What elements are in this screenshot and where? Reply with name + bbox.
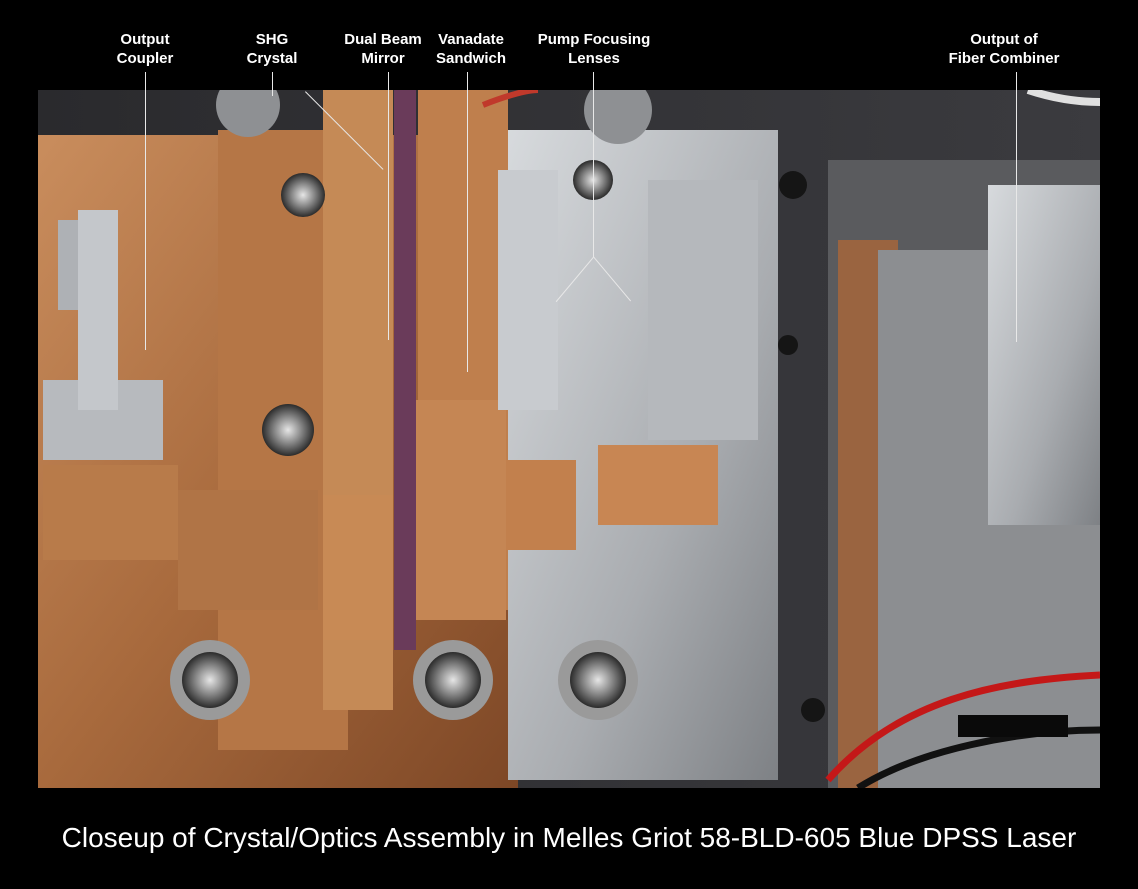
photo-illustration [38, 90, 1100, 788]
leader-pump-lenses [593, 72, 594, 257]
label-dual-beam-mirror: Dual Beam Mirror [344, 31, 422, 67]
leader-vanadate-sandwich [467, 72, 468, 372]
image-frame: Output Coupler SHG Crystal Dual Beam Mir… [0, 0, 1138, 889]
image-caption: Closeup of Crystal/Optics Assembly in Me… [61, 822, 1077, 853]
label-vanadate-sandwich: Vanadate Sandwich [435, 31, 506, 67]
leader-dual-beam-mirror [388, 72, 389, 340]
laser-assembly-photo [38, 90, 1100, 788]
leader-shg-crystal [272, 72, 273, 96]
label-fiber-combiner-output: Output of Fiber Combiner [948, 31, 1060, 67]
label-pump-focusing-lenses: Pump Focusing Lenses [537, 31, 651, 67]
label-shg-crystal: SHG Crystal [246, 31, 298, 67]
label-output-coupler: Output Coupler [116, 31, 174, 67]
leader-output-coupler [145, 72, 146, 350]
leader-fiber-combiner [1016, 72, 1017, 342]
